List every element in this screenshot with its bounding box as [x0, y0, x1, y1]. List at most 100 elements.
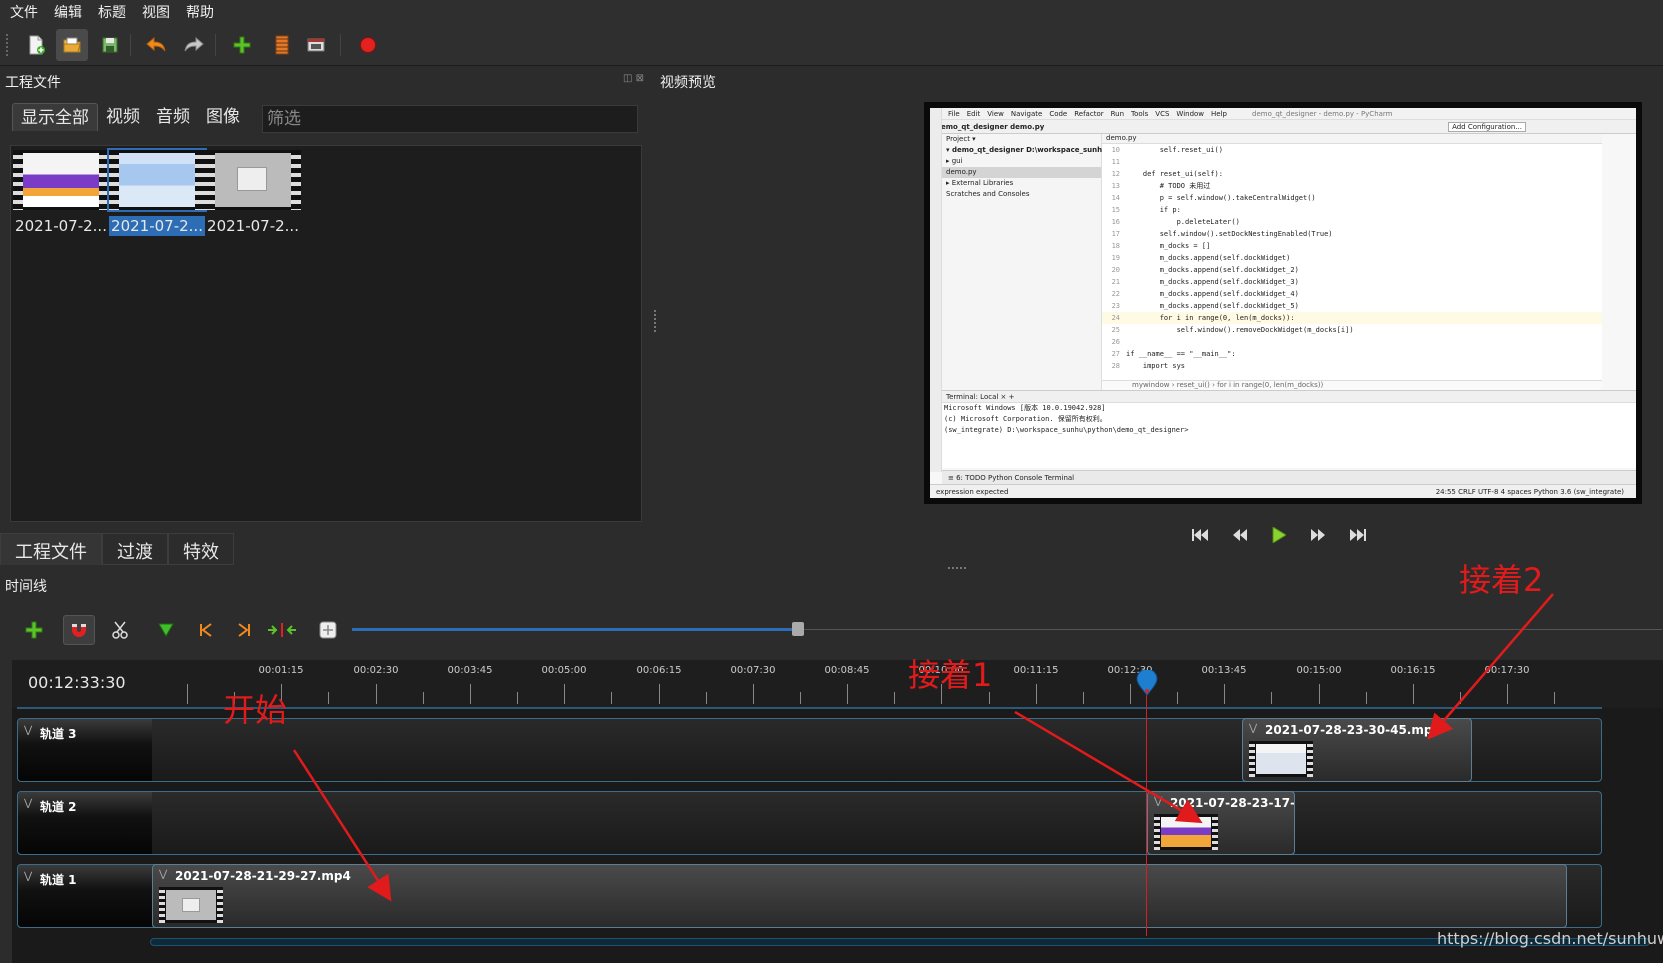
timeline-clip[interactable]: ⋁ 2021-07-28-23-17-... [1147, 791, 1295, 855]
filter-image[interactable]: 图像 [198, 103, 248, 131]
ruler-tick [1177, 692, 1178, 704]
save-project-button[interactable] [94, 29, 126, 61]
track-name: 轨道 3 [40, 727, 77, 741]
redo-button[interactable] [178, 29, 210, 61]
annotation-next2: 接着2 [1459, 561, 1544, 599]
track-menu-chevron-icon[interactable]: ⋁ [24, 871, 32, 882]
center-playhead-button[interactable] [266, 615, 298, 645]
filter-show-all[interactable]: 显示全部 [12, 103, 98, 131]
play-icon [1272, 527, 1286, 543]
track-menu-chevron-icon[interactable]: ⋁ [24, 725, 32, 736]
track-header[interactable]: ⋁ 轨道 3 [18, 719, 152, 781]
ide-code-line: 12 def reset_ui(self): [1102, 168, 1602, 180]
zoom-slider-fill[interactable] [352, 628, 797, 631]
ide-tree-row: ▾ demo_qt_designer D:\workspace_sunhu [946, 146, 1108, 154]
tab-project-files[interactable]: 工程文件 [0, 533, 102, 565]
undo-button[interactable] [140, 29, 172, 61]
project-files-list[interactable]: 2021-07-2... 2021-07-2... 2021-07-2... [10, 145, 642, 522]
ruler-tick [1554, 692, 1555, 704]
clip-menu-chevron-icon[interactable]: ⋁ [159, 869, 167, 880]
ruler-tick-label: 00:01:15 [258, 665, 304, 676]
video-preview-title: 视频预览 [660, 75, 716, 91]
tab-effects[interactable]: 特效 [168, 533, 234, 565]
panel-splitter-handle[interactable] [654, 310, 657, 332]
snapping-button[interactable] [63, 615, 95, 645]
ide-line-number: 12 [1111, 170, 1120, 178]
track-header[interactable]: ⋁ 轨道 1 [18, 865, 152, 927]
ide-line-number: 16 [1111, 218, 1120, 226]
previous-marker-button[interactable] [190, 615, 222, 645]
fullscreen-button[interactable] [300, 29, 332, 61]
menu-edit[interactable]: 编辑 [54, 2, 82, 22]
track-1[interactable]: ⋁ 轨道 1 ⋁ 2021-07-28-21-29-27.mp4 [17, 864, 1602, 928]
open-project-button[interactable] [56, 29, 88, 61]
ide-status-left: expression expected [936, 488, 1009, 496]
rewind-button[interactable] [1229, 524, 1251, 546]
clip-menu-chevron-icon[interactable]: ⋁ [1154, 796, 1162, 807]
add-marker-button[interactable] [150, 615, 182, 645]
new-project-icon [29, 35, 45, 55]
jump-end-button[interactable] [1346, 524, 1368, 546]
ruler-tick-label: 00:03:45 [447, 665, 493, 676]
track-header[interactable]: ⋁ 轨道 2 [18, 792, 152, 854]
zoom-slider-handle[interactable] [792, 622, 804, 636]
ide-menu-item: Run [1110, 109, 1125, 118]
playhead-handle-icon[interactable] [1136, 670, 1158, 696]
play-button[interactable] [1268, 524, 1290, 546]
clip-menu-chevron-icon[interactable]: ⋁ [1249, 723, 1257, 734]
track-2[interactable]: ⋁ 轨道 2 ⋁ 2021-07-28-23-17-... [17, 791, 1602, 855]
ruler-tick [753, 684, 754, 704]
ide-line-text: self.reset_ui() [1126, 146, 1223, 154]
razor-button[interactable] [104, 615, 136, 645]
menu-help[interactable]: 帮助 [186, 2, 214, 22]
ide-code-line: 27 if __name__ == "__main__": [1102, 348, 1602, 360]
redo-icon [184, 36, 204, 52]
ruler-tick-label: 00:02:30 [353, 665, 399, 676]
new-project-button[interactable] [20, 29, 52, 61]
horizontal-splitter-handle[interactable] [948, 567, 966, 570]
ide-line-text: if __name__ == "__main__": [1126, 350, 1236, 358]
file-thumbnail [107, 148, 207, 212]
dock-float-close-icons[interactable]: ◫ ⊠ [623, 73, 644, 84]
filter-video[interactable]: 视频 [98, 103, 148, 131]
zoom-fit-button[interactable] [312, 615, 344, 645]
menu-view[interactable]: 视图 [142, 2, 170, 22]
ide-code-line: 10 self.reset_ui() [1102, 144, 1602, 156]
next-marker-button[interactable] [228, 615, 260, 645]
file-item-selected[interactable]: 2021-07-2... [107, 148, 207, 236]
ide-code-line: 19 m_docks.append(self.dockWidget) [1102, 252, 1602, 264]
playhead-line[interactable] [1146, 690, 1147, 936]
file-item[interactable]: 2021-07-2... [13, 150, 109, 236]
ide-line-number: 22 [1111, 290, 1120, 298]
jump-start-button[interactable] [1190, 524, 1212, 546]
toolbar-separator [215, 34, 216, 56]
ruler-tick [847, 684, 848, 704]
menu-title[interactable]: 标题 [98, 2, 126, 22]
add-track-button[interactable] [18, 615, 50, 645]
ruler-tick-label: 00:07:30 [730, 665, 776, 676]
timeline-clip[interactable]: ⋁ 2021-07-28-23-30-45.mp4 [1242, 718, 1472, 782]
track-name: 轨道 1 [40, 873, 77, 887]
record-button[interactable] [352, 29, 384, 61]
clip-name: 2021-07-28-23-30-45.mp4 [1265, 723, 1441, 737]
import-files-button[interactable] [226, 29, 258, 61]
ruler-tick [1460, 692, 1461, 704]
timeline-clip[interactable]: ⋁ 2021-07-28-21-29-27.mp4 [152, 864, 1567, 928]
file-item[interactable]: 2021-07-2... [205, 150, 301, 236]
ruler-tick [1271, 692, 1272, 704]
toolbar-grip[interactable] [6, 34, 10, 56]
ide-tree-row: Scratches and Consoles [946, 190, 1030, 198]
timeline-horizontal-scrollbar[interactable] [150, 938, 1650, 946]
ruler-tick [611, 692, 612, 704]
ide-line-number: 20 [1111, 266, 1120, 274]
undo-icon [146, 36, 166, 52]
track-menu-chevron-icon[interactable]: ⋁ [24, 798, 32, 809]
tab-transitions[interactable]: 过渡 [102, 533, 168, 565]
menu-file[interactable]: 文件 [10, 2, 38, 22]
profile-button[interactable] [266, 29, 298, 61]
fast-forward-button[interactable] [1307, 524, 1329, 546]
filter-search-input[interactable]: 筛选 [262, 105, 638, 133]
ruler-tick [1130, 684, 1131, 704]
filter-audio[interactable]: 音频 [148, 103, 198, 131]
file-label: 2021-07-2... [109, 216, 205, 236]
